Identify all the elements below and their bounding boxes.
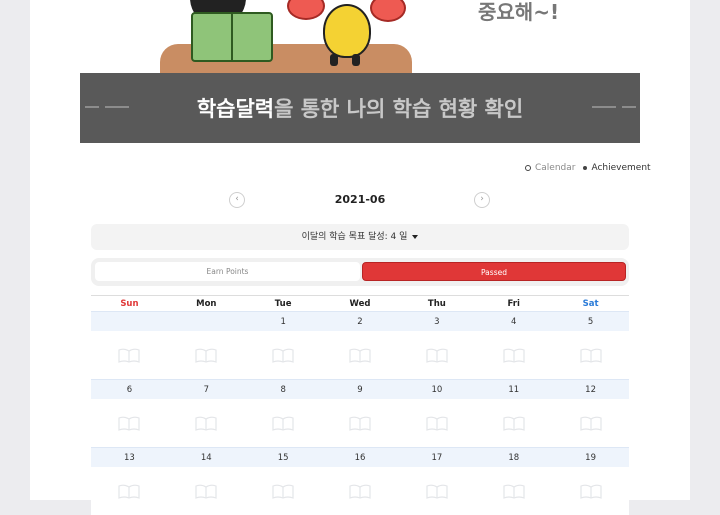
day-number[interactable]: 16 — [322, 448, 399, 467]
calendar-grid: Sun Mon Tue Wed Thu Fri Sat 1 2 3 4 5 6 7 8 9 10 1… — [91, 295, 629, 515]
day-number[interactable] — [168, 312, 245, 331]
open-book-icon — [475, 467, 552, 515]
day-icon-row — [91, 399, 629, 447]
weekday-label: Sat — [582, 299, 599, 309]
legend-achievement-label: Achievement — [591, 163, 651, 173]
view-tabs: Earn Points Passed — [91, 258, 629, 286]
day-icon-row — [91, 331, 629, 379]
date-row: 6 7 8 9 10 11 12 — [91, 379, 629, 399]
current-month: 2021-06 — [334, 193, 386, 206]
day-number[interactable]: 2 — [322, 312, 399, 331]
open-book-icon — [398, 331, 475, 379]
open-book-icon — [552, 399, 629, 447]
weekday-label: Tue — [274, 299, 292, 309]
day-number[interactable]: 8 — [245, 380, 322, 399]
calendar-week: 12345 — [91, 311, 629, 379]
open-book-icon — [398, 467, 475, 515]
open-book-icon — [91, 399, 168, 447]
hero-illustration: 중요해~! — [80, 0, 640, 73]
hero-character-cheering — [323, 4, 371, 58]
calendar-week: 13 14 15 16 17 18 19 — [91, 447, 629, 515]
open-book-icon — [245, 331, 322, 379]
open-book-icon — [245, 467, 322, 515]
weekday-label: Mon — [196, 299, 217, 309]
weekday-label: Wed — [349, 299, 371, 309]
open-book-icon — [168, 399, 245, 447]
dot-icon — [583, 166, 588, 170]
weekday-label: Fri — [507, 299, 520, 309]
banner-title-rest: 을 통한 나의 학습 현황 확인 — [274, 97, 524, 121]
open-book-icon — [475, 331, 552, 379]
next-month-button[interactable]: › — [474, 192, 490, 208]
tab-earn-points[interactable]: Earn Points — [95, 262, 360, 281]
ring-icon — [525, 165, 531, 171]
date-row: 13 14 15 16 17 18 19 — [91, 447, 629, 467]
open-book-icon — [552, 467, 629, 515]
hero-leg — [330, 54, 338, 66]
day-number[interactable]: 15 — [245, 448, 322, 467]
day-number[interactable]: 4 — [475, 312, 552, 331]
open-book-icon — [322, 399, 399, 447]
day-number[interactable]: 14 — [168, 448, 245, 467]
open-book-icon — [552, 331, 629, 379]
weekday-header: Sun Mon Tue Wed Thu Fri Sat — [91, 295, 629, 311]
day-number[interactable]: 7 — [168, 380, 245, 399]
day-number[interactable]: 6 — [91, 380, 168, 399]
day-number[interactable]: 11 — [475, 380, 552, 399]
caret-down-icon — [412, 234, 419, 239]
open-book-icon — [245, 399, 322, 447]
learning-calendar: ‹ 2021-06 › 이달의 학습 목표 달성: 4 일 Earn Point… — [80, 183, 640, 515]
date-row: 12345 — [91, 311, 629, 331]
calendar-legend: Calendar Achievement — [525, 163, 651, 173]
banner-title-highlight: 학습달력 — [196, 97, 275, 121]
calendar-week: 6 7 8 9 10 11 12 — [91, 379, 629, 447]
hero-pompom-left — [287, 0, 325, 20]
day-number[interactable]: 10 — [398, 380, 475, 399]
open-book-icon — [168, 331, 245, 379]
weekday-label: Sun — [120, 299, 139, 309]
open-book-icon — [91, 467, 168, 515]
calendar-weeks: 1 2 3 4 5 6 7 8 9 10 11 12 13 14 15 16 17 18 19 — [91, 311, 629, 515]
hero-leg — [352, 54, 360, 66]
open-book-icon — [322, 467, 399, 515]
legend-calendar-label: Calendar — [535, 163, 576, 173]
hero-handwriting: 중요해~! — [478, 0, 560, 24]
weekday-label: Thu — [427, 299, 446, 309]
day-number[interactable]: 1 — [245, 312, 322, 331]
section-banner: 학습달력을 통한 나의 학습 현황 확인 — [80, 73, 640, 143]
open-book-icon — [168, 467, 245, 515]
day-number[interactable] — [91, 312, 168, 331]
open-book-icon — [91, 331, 168, 379]
day-number[interactable]: 5 — [552, 312, 629, 331]
day-number[interactable]: 19 — [552, 448, 629, 467]
tab-passed[interactable]: Passed — [362, 262, 626, 281]
banner-title: 학습달력을 통한 나의 학습 현황 확인 — [80, 93, 640, 123]
hero-book — [191, 12, 273, 62]
monthly-goal-dropdown[interactable]: 이달의 학습 목표 달성: 4 일 — [91, 224, 629, 250]
page-content: 중요해~! 학습달력을 통한 나의 학습 현황 확인 Calendar Achi… — [30, 0, 690, 515]
day-icon-row — [91, 467, 629, 515]
open-book-icon — [398, 399, 475, 447]
hero-pompom-right — [370, 0, 406, 22]
day-number[interactable]: 17 — [398, 448, 475, 467]
open-book-icon — [475, 399, 552, 447]
monthly-goal-text: 이달의 학습 목표 달성: 4 일 — [301, 232, 408, 242]
day-number[interactable]: 3 — [398, 312, 475, 331]
open-book-icon — [322, 331, 399, 379]
day-number[interactable]: 9 — [322, 380, 399, 399]
day-number[interactable]: 18 — [475, 448, 552, 467]
day-number[interactable]: 12 — [552, 380, 629, 399]
day-number[interactable]: 13 — [91, 448, 168, 467]
